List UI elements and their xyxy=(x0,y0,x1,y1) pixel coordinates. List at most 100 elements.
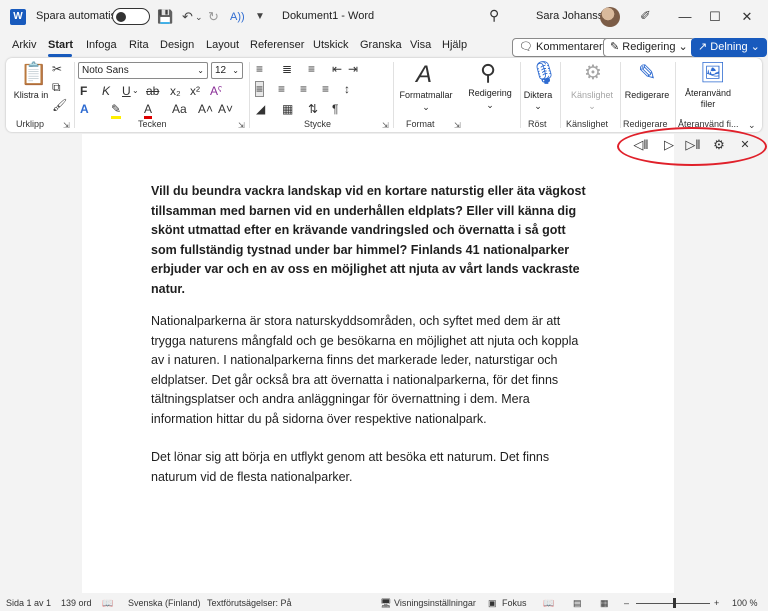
shrink-font-icon[interactable]: A˅ xyxy=(218,102,233,116)
font-color-icon[interactable]: A xyxy=(144,102,153,119)
body-paragraph-2[interactable]: Det lönar sig att börja en utflykt genom… xyxy=(151,448,591,487)
avatar[interactable] xyxy=(600,7,620,27)
font-size-combo[interactable]: 12 ⌄ xyxy=(211,62,243,79)
read-aloud-icon[interactable]: A)) xyxy=(230,8,245,26)
tab-referenser[interactable]: Referenser xyxy=(250,39,304,51)
autosave-toggle[interactable] xyxy=(112,8,150,25)
paste-icon[interactable]: 📋 xyxy=(20,62,47,86)
tab-arkiv[interactable]: Arkiv xyxy=(12,39,36,51)
styles-icon[interactable]: A xyxy=(416,62,432,88)
proofing-icon[interactable]: 📖 xyxy=(102,598,113,609)
display-settings-icon[interactable]: 🖥 xyxy=(380,598,391,609)
shading-icon[interactable]: ◢ xyxy=(256,102,265,116)
page-counter[interactable]: Sida 1 av 1 xyxy=(6,598,51,608)
multilevel-list-icon[interactable]: ≡ xyxy=(308,62,315,76)
voice-settings-icon[interactable]: ⚙ xyxy=(710,136,728,154)
bullets-icon[interactable]: ≡ xyxy=(256,62,263,76)
sort-icon[interactable]: ⇅ xyxy=(308,102,318,116)
editing-label[interactable]: Redigering xyxy=(462,88,518,99)
text-predictions[interactable]: Textförutsägelser: På xyxy=(207,598,292,608)
align-center-icon[interactable]: ≡ xyxy=(278,82,285,96)
align-left-icon[interactable]: ≡ xyxy=(254,81,265,97)
search-icon[interactable]: ⚲ xyxy=(489,7,499,24)
undo-dropdown-icon[interactable]: ⌄ xyxy=(195,8,203,26)
editor-icon[interactable]: ✎ xyxy=(638,60,656,86)
editor-button-label[interactable]: Redigerare xyxy=(620,90,674,101)
redo-icon[interactable]: ↻ xyxy=(208,8,219,26)
clipboard-launcher-icon[interactable]: ⇲ xyxy=(63,121,70,130)
language[interactable]: Svenska (Finland) xyxy=(128,598,201,608)
styles-launcher-icon[interactable]: ⇲ xyxy=(454,121,461,130)
collapse-ribbon-icon[interactable]: ⌄ xyxy=(748,118,756,132)
print-layout-icon[interactable]: ▤ xyxy=(573,598,582,609)
zoom-out-icon[interactable]: – xyxy=(624,598,629,608)
microphone-icon[interactable]: 🎙 xyxy=(530,60,558,86)
underline-dropdown-icon[interactable]: ⌄ xyxy=(132,84,139,98)
change-case-icon[interactable]: Aa xyxy=(172,102,187,116)
tab-start[interactable]: Start xyxy=(48,39,73,51)
focus-icon[interactable]: ▣ xyxy=(488,598,497,609)
cut-icon[interactable]: ✂ xyxy=(52,62,62,76)
tab-design[interactable]: Design xyxy=(160,39,194,51)
minimize-button[interactable]: — xyxy=(670,6,700,28)
read-mode-icon[interactable]: 📖 xyxy=(543,598,554,609)
line-spacing-icon[interactable]: ↕ xyxy=(344,82,350,96)
body-paragraph-1[interactable]: Nationalparkerna är stora naturskyddsomr… xyxy=(151,312,591,429)
word-count[interactable]: 139 ord xyxy=(61,598,92,608)
show-formatting-icon[interactable]: ¶ xyxy=(332,102,338,116)
zoom-in-icon[interactable]: + xyxy=(714,598,719,608)
save-icon[interactable]: 💾 xyxy=(157,8,173,26)
focus-mode[interactable]: Fokus xyxy=(502,598,527,608)
tab-granska[interactable]: Granska xyxy=(360,39,402,51)
undo-icon[interactable]: ↶ xyxy=(182,8,193,26)
increase-indent-icon[interactable]: ⇥ xyxy=(348,62,358,76)
align-right-icon[interactable]: ≡ xyxy=(300,82,307,96)
paste-label[interactable]: Klistra in xyxy=(12,90,50,101)
tab-visa[interactable]: Visa xyxy=(410,39,431,51)
format-painter-icon[interactable]: 🖌 xyxy=(52,98,67,112)
font-launcher-icon[interactable]: ⇲ xyxy=(238,121,245,130)
text-effects-icon[interactable]: A xyxy=(80,102,89,116)
italic-icon[interactable]: K xyxy=(102,84,110,98)
reuse-files-label[interactable]: Återanvänd filer xyxy=(678,88,738,110)
paragraph-launcher-icon[interactable]: ⇲ xyxy=(382,121,389,130)
reuse-files-icon[interactable]: 🖼 xyxy=(700,60,725,86)
tab-layout[interactable]: Layout xyxy=(206,39,239,51)
tab-rita[interactable]: Rita xyxy=(129,39,149,51)
styles-label[interactable]: Formatmallar xyxy=(396,90,456,101)
vertical-scrollbar[interactable] xyxy=(758,134,768,593)
previous-paragraph-icon[interactable]: ◁‖ xyxy=(632,136,650,154)
play-icon[interactable]: ▷ xyxy=(660,136,678,154)
numbering-icon[interactable]: ≣ xyxy=(282,62,292,76)
copy-icon[interactable]: ⧉ xyxy=(52,80,61,94)
superscript-icon[interactable]: x² xyxy=(190,84,200,98)
comments-button[interactable]: 🗨 Kommentarer xyxy=(512,38,610,57)
clear-formatting-icon[interactable]: Aˤ xyxy=(210,84,222,98)
web-layout-icon[interactable]: ▦ xyxy=(600,598,609,609)
strikethrough-icon[interactable]: ab xyxy=(146,84,159,98)
intro-paragraph[interactable]: Vill du beundra vackra landskap vid en k… xyxy=(151,182,591,299)
tab-infoga[interactable]: Infoga xyxy=(86,39,117,51)
dictate-label[interactable]: Diktera xyxy=(520,90,556,101)
designer-icon[interactable]: ✐ xyxy=(640,7,651,25)
bold-icon[interactable]: F xyxy=(80,84,87,98)
borders-icon[interactable]: ▦ xyxy=(282,102,293,116)
close-read-aloud-icon[interactable]: ✕ xyxy=(736,136,754,154)
grow-font-icon[interactable]: A˄ xyxy=(198,102,213,116)
share-button[interactable]: ↗ Delning ⌄ xyxy=(691,38,767,57)
justify-icon[interactable]: ≡ xyxy=(322,82,329,96)
editing-mode-button[interactable]: ✎ Redigering ⌄ xyxy=(603,38,695,57)
decrease-indent-icon[interactable]: ⇤ xyxy=(332,62,342,76)
find-icon[interactable]: ⚲ xyxy=(480,60,496,86)
display-settings[interactable]: Visningsinställningar xyxy=(394,598,476,608)
next-paragraph-icon[interactable]: ▷‖ xyxy=(684,136,702,154)
highlight-icon[interactable]: ✎ xyxy=(111,102,122,119)
maximize-button[interactable]: ☐ xyxy=(700,6,730,28)
close-button[interactable]: ✕ xyxy=(732,6,762,28)
underline-icon[interactable]: U xyxy=(122,84,131,98)
zoom-slider-thumb[interactable] xyxy=(673,598,676,608)
subscript-icon[interactable]: x₂ xyxy=(170,84,181,98)
tab-utskick[interactable]: Utskick xyxy=(313,39,348,51)
customize-quick-access-icon[interactable]: ▼ xyxy=(255,8,265,26)
zoom-level[interactable]: 100 % xyxy=(732,598,758,608)
